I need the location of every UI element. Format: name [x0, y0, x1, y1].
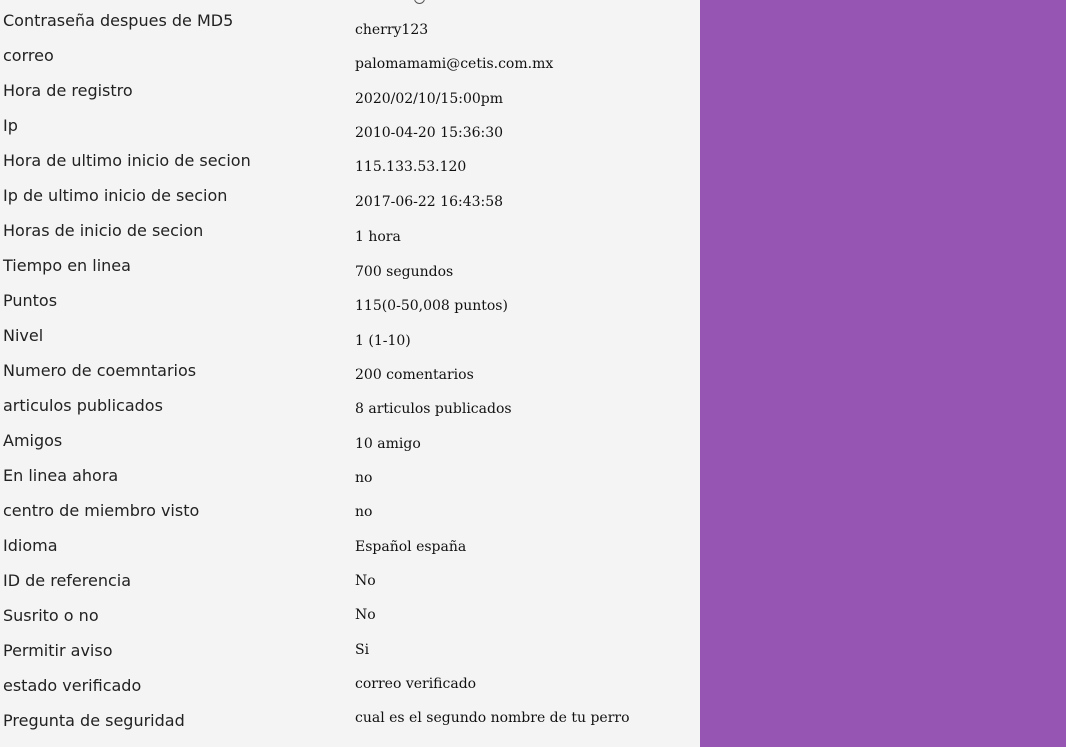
- detail-label: Amigos: [3, 431, 63, 450]
- detail-label: Nivel: [3, 326, 44, 345]
- profile-details-list: Contraseña despues de MD5 cherry123 correo…: [0, 3, 700, 738]
- detail-row: Puntos 115(0-50,008 puntos): [0, 283, 700, 318]
- detail-value: no: [355, 470, 373, 486]
- detail-row: Ip de ultimo inicio de secion 2017-06-22 …: [0, 178, 700, 213]
- detail-value: 2020/02/10/15:00pm: [355, 91, 503, 107]
- detail-row: Hora de ultimo inicio de secion 115.133.5…: [0, 143, 700, 178]
- detail-row: centro de miembro visto no: [0, 493, 700, 528]
- detail-value: 115(0-50,008 puntos): [355, 298, 508, 314]
- detail-label: centro de miembro visto: [3, 501, 200, 520]
- detail-value: No: [355, 573, 376, 589]
- detail-row: Horas de inicio de secion 1 hora: [0, 213, 700, 248]
- detail-value: No: [355, 607, 376, 623]
- side-color-panel: [700, 0, 1066, 747]
- detail-value: Si: [355, 642, 370, 658]
- detail-label: Numero de coemntarios: [3, 361, 197, 380]
- detail-value: palomamami@cetis.com.mx: [355, 56, 554, 72]
- detail-row: Susrito o no No: [0, 598, 700, 633]
- detail-value: cual es el segundo nombre de tu perro: [355, 710, 630, 726]
- detail-value: 1 hora: [355, 229, 401, 245]
- detail-value: Español españa: [355, 539, 467, 555]
- detail-label: Ip de ultimo inicio de secion: [3, 186, 228, 205]
- detail-row: En linea ahora no: [0, 458, 700, 493]
- detail-row: Tiempo en linea 700 segundos: [0, 248, 700, 283]
- detail-row: Contraseña despues de MD5 cherry123: [0, 3, 700, 38]
- detail-value: 2017-06-22 16:43:58: [355, 194, 504, 210]
- detail-label: Ip: [3, 116, 18, 135]
- detail-label: estado verificado: [3, 676, 142, 695]
- detail-label: Idioma: [3, 536, 58, 555]
- detail-value: 1 (1-10): [355, 333, 411, 349]
- detail-value: 2010-04-20 15:36:30: [355, 125, 504, 141]
- detail-value: 10 amigo: [355, 436, 421, 452]
- profile-details-panel: Contraseña despues de MD5 cherry123 correo…: [0, 0, 700, 747]
- detail-label: En linea ahora: [3, 466, 119, 485]
- detail-label: Permitir aviso: [3, 641, 113, 660]
- detail-row: Idioma Español españa: [0, 528, 700, 563]
- profile-page: Contraseña despues de MD5 cherry123 correo…: [0, 0, 1066, 747]
- detail-row: correo palomamami@cetis.com.mx: [0, 38, 700, 73]
- detail-label: Pregunta de seguridad: [3, 711, 185, 730]
- detail-value: cherry123: [355, 22, 429, 38]
- detail-row: Nivel 1 (1-10): [0, 318, 700, 353]
- detail-label: Tiempo en linea: [3, 256, 131, 275]
- detail-label: articulos publicados: [3, 396, 163, 415]
- detail-value: no: [355, 504, 373, 520]
- detail-label: Horas de inicio de secion: [3, 221, 204, 240]
- detail-row: Amigos 10 amigo: [0, 423, 700, 458]
- detail-label: ID de referencia: [3, 571, 132, 590]
- detail-row: articulos publicados 8 articulos publicad…: [0, 388, 700, 423]
- detail-label: Contraseña despues de MD5: [3, 11, 234, 30]
- detail-label: Hora de registro: [3, 81, 133, 100]
- detail-value: 8 articulos publicados: [355, 401, 512, 417]
- detail-row: ID de referencia No: [0, 563, 700, 598]
- detail-value: correo verificado: [355, 676, 477, 692]
- detail-row: Permitir aviso Si: [0, 633, 700, 668]
- detail-value: 200 comentarios: [355, 367, 474, 383]
- detail-row: Hora de registro 2020/02/10/15:00pm: [0, 73, 700, 108]
- detail-row: Pregunta de seguridad cual es el segundo …: [0, 703, 700, 738]
- detail-row: estado verificado correo verificado: [0, 668, 700, 703]
- detail-label: Hora de ultimo inicio de secion: [3, 151, 251, 170]
- detail-label: Puntos: [3, 291, 58, 310]
- detail-row: Numero de coemntarios 200 comentarios: [0, 353, 700, 388]
- detail-value: 700 segundos: [355, 264, 454, 280]
- detail-value: 115.133.53.120: [355, 159, 467, 175]
- detail-row: Ip 2010-04-20 15:36:30: [0, 108, 700, 143]
- detail-label: Susrito o no: [3, 606, 99, 625]
- detail-label: correo: [3, 46, 54, 65]
